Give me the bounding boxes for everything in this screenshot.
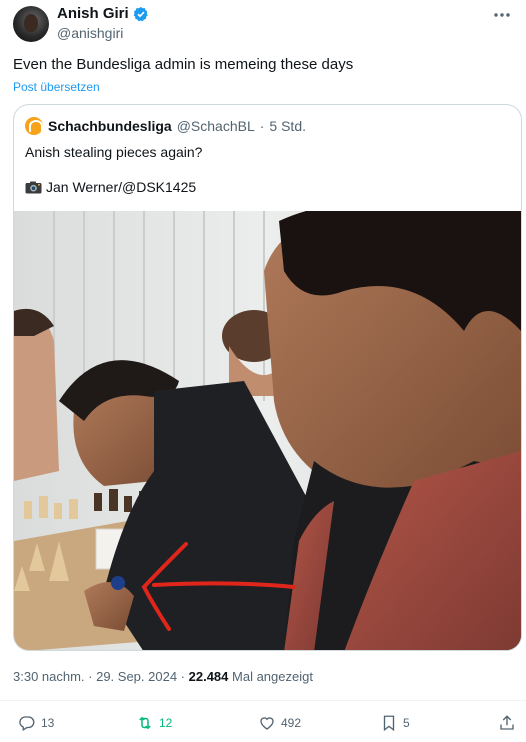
- author-name-row: Anish Giri: [57, 5, 149, 22]
- heart-icon: [260, 717, 274, 730]
- camera-icon: [25, 181, 42, 193]
- post-text: Even the Bundesliga admin is memeing the…: [13, 56, 354, 73]
- quoted-post[interactable]: Schachbundesliga @SchachBL · 5 Std. Anis…: [13, 104, 522, 651]
- action-bar: 13 12 492 5: [0, 700, 526, 742]
- quoted-text: Anish stealing pieces again?: [25, 144, 203, 160]
- reply-icon: [19, 716, 35, 731]
- quoted-photo-credit: Jan Werner/@DSK1425: [25, 179, 196, 195]
- share-button[interactable]: [498, 714, 516, 732]
- photo-credit-text: Jan Werner/@DSK1425: [46, 179, 197, 195]
- quoted-photo[interactable]: [14, 211, 521, 650]
- more-options-icon[interactable]: [492, 8, 512, 22]
- views-count: 22.484: [188, 669, 229, 684]
- quoted-author-name: Schachbundesliga: [48, 118, 172, 134]
- author-name[interactable]: Anish Giri: [57, 5, 129, 22]
- quoted-author-handle: @SchachBL: [176, 118, 255, 134]
- quoted-post-header: Schachbundesliga @SchachBL · 5 Std.: [25, 117, 306, 135]
- bookmark-icon: [383, 715, 395, 732]
- avatar[interactable]: [13, 6, 49, 42]
- reply-count: 13: [41, 716, 55, 730]
- verified-badge-icon: [133, 6, 148, 21]
- views-label: Mal angezeigt: [232, 669, 313, 684]
- post-timestamp[interactable]: 3:30 nachm. · 29. Sep. 2024 ·: [13, 669, 185, 684]
- quoted-timestamp: 5 Std.: [269, 118, 307, 134]
- bookmark-button[interactable]: 5: [380, 714, 410, 732]
- like-count: 492: [281, 716, 302, 730]
- bookmark-count: 5: [403, 716, 410, 730]
- like-button[interactable]: 492: [258, 714, 301, 732]
- reply-button[interactable]: 13: [18, 714, 54, 732]
- repost-count: 12: [159, 716, 173, 730]
- post-metadata: 3:30 nachm. · 29. Sep. 2024 · 22.484 Mal…: [13, 669, 313, 684]
- translate-post-link[interactable]: Post übersetzen: [13, 80, 100, 94]
- post-header: Anish Giri @anishgiri: [0, 0, 526, 50]
- repost-icon: [139, 716, 151, 730]
- quoted-separator: ·: [259, 118, 265, 134]
- quoted-avatar: [25, 117, 43, 135]
- author-handle[interactable]: @anishgiri: [57, 25, 123, 41]
- repost-button[interactable]: 12: [136, 714, 172, 732]
- chess-players-photo: [14, 211, 521, 650]
- share-icon: [500, 715, 514, 730]
